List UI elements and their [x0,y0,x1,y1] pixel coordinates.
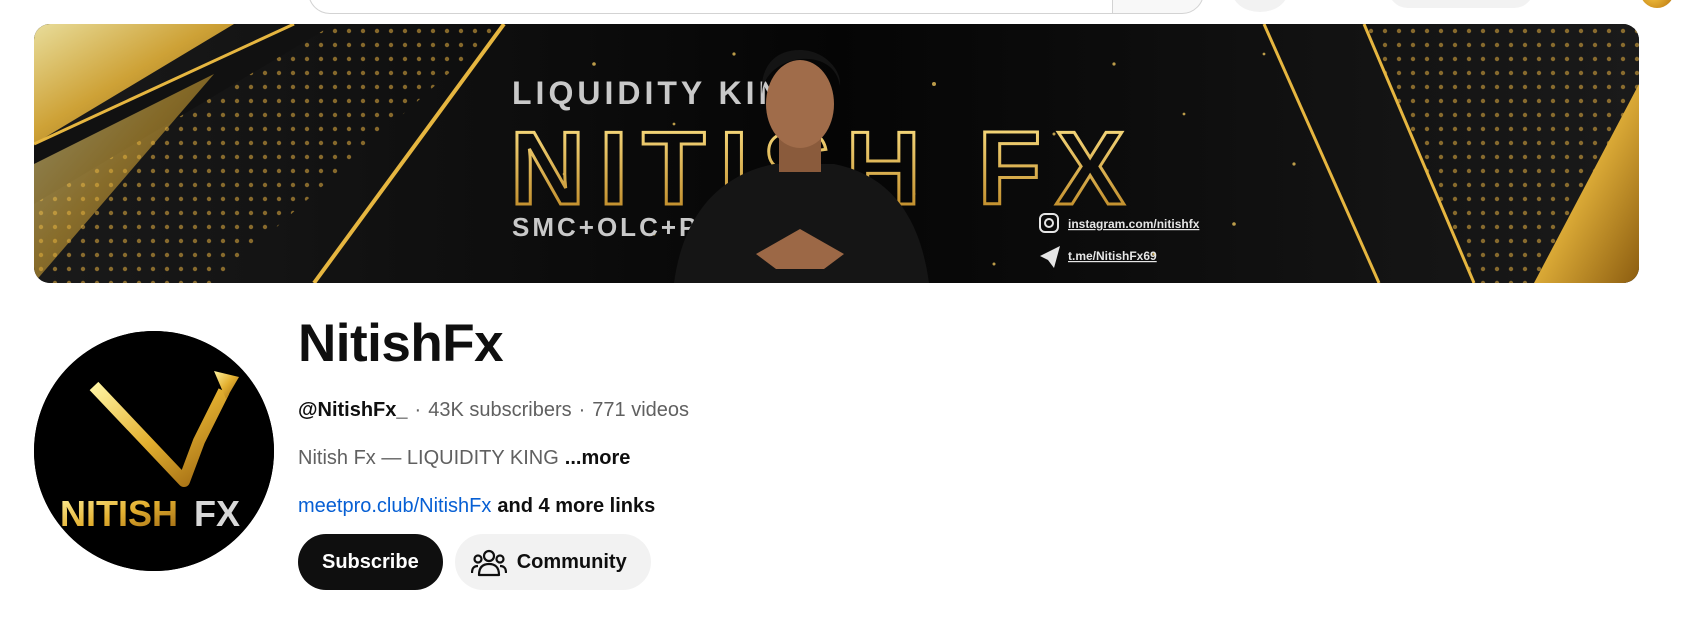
more-links-button[interactable]: and 4 more links [497,495,655,517]
logo-text-b: FX [194,493,240,534]
create-button[interactable] [1388,0,1534,8]
channel-name: NitishFx [298,314,504,373]
channel-primary-link[interactable]: meetpro.club/NitishFx [298,495,491,517]
meta-separator: · [414,399,422,421]
video-count: 771 videos [592,399,690,421]
logo-text-a: NITISH [60,493,178,534]
subscriber-count: 43K subscribers [428,399,572,421]
search-input[interactable] [308,0,1114,14]
channel-banner: LIQUIDITY KING NITISH FX SMC+OLC+PA inst… [34,24,1639,283]
banner-instagram-link: instagram.com/nitishfx [1068,217,1200,231]
description-more-button[interactable]: ...more [565,447,631,469]
subscribe-button[interactable]: Subscribe [298,534,443,590]
channel-handle: @NitishFx_ [298,399,408,421]
voice-search-button[interactable] [1232,0,1288,12]
channel-meta: @NitishFx_ · 43K subscribers · 771 videos [298,396,1198,424]
channel-description[interactable]: Nitish Fx — LIQUIDITY KING ...more [298,444,1198,472]
account-avatar[interactable] [1640,0,1674,8]
channel-links: meetpro.club/NitishFx and 4 more links [298,492,1198,520]
people-icon [469,542,509,582]
search-button[interactable] [1112,0,1204,14]
channel-info: NitishFx @NitishFx_ · 43K subscribers · 771 … [298,310,1198,590]
description-text: Nitish Fx — LIQUIDITY KING [298,447,559,469]
meta-separator: · [578,399,586,421]
banner-telegram-link: t.me/NitishFx69 [1068,249,1157,263]
community-button[interactable]: Community [454,534,651,590]
channel-avatar[interactable]: NITISH FX [34,331,274,571]
channel-actions: Subscribe Community [298,534,1198,590]
community-button-label: Community [516,550,627,573]
